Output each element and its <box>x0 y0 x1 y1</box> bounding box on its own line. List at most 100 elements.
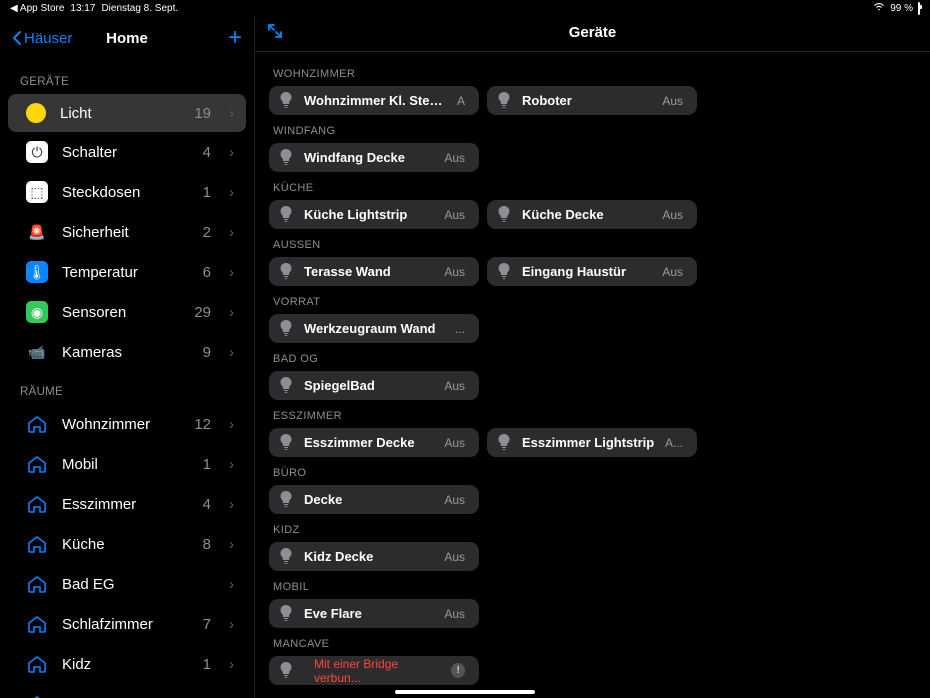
room-label: KIDZ <box>273 524 912 536</box>
sidebar-item-sicherheit[interactable]: 🚨Sicherheit2› <box>8 212 246 252</box>
device-name: Küche Lightstrip <box>304 207 434 222</box>
devices-list[interactable]: WOHNZIMMER Wohnzimmer Kl. Stehlampe A Robot… <box>255 52 930 698</box>
expand-button[interactable] <box>267 23 283 43</box>
sidebar-room-wohnzimmer[interactable]: Wohnzimmer12› <box>8 404 246 444</box>
sidebar-item-licht[interactable]: Licht19› <box>8 94 246 132</box>
chevron-right-icon: › <box>229 184 234 201</box>
device-status: Aus <box>444 379 465 393</box>
status-date: Dienstag 8. Sept. <box>101 3 178 14</box>
room-label: MOBIL <box>273 581 912 593</box>
device-tile[interactable]: Esszimmer DeckeAus <box>269 428 479 457</box>
sidebar-item-label: Temperatur <box>62 264 189 281</box>
chevron-right-icon: › <box>229 456 234 473</box>
sidebar-item-label: Küche <box>62 536 189 553</box>
thermometer-icon: 🌡 <box>26 261 48 283</box>
bulb-icon <box>277 92 294 109</box>
bulb-icon <box>277 434 294 451</box>
sidebar-item-count: 4 <box>203 144 211 161</box>
bulb-icon <box>277 491 294 508</box>
bulb-icon <box>495 434 512 451</box>
status-time: 13:17 <box>70 3 95 14</box>
device-tile[interactable]: Küche Decke Aus <box>487 200 697 229</box>
sidebar-item-count: 7 <box>203 616 211 633</box>
sidebar-room-mobil[interactable]: Mobil1› <box>8 444 246 484</box>
device-name: Kidz Decke <box>304 549 434 564</box>
home-icon <box>26 693 48 698</box>
device-name: Roboter <box>522 93 652 108</box>
device-tile[interactable]: Eve FlareAus <box>269 599 479 628</box>
home-icon <box>26 533 48 555</box>
device-tile[interactable]: Th...Mit einer Bridge verbun...! <box>269 656 479 685</box>
sidebar-item-label: Esszimmer <box>62 496 189 513</box>
home-icon <box>26 573 48 595</box>
sidebar-room-kidz[interactable]: Kidz1› <box>8 644 246 684</box>
room-label: WOHNZIMMER <box>273 68 912 80</box>
device-tile[interactable]: Windfang DeckeAus <box>269 143 479 172</box>
chevron-right-icon: › <box>229 105 234 122</box>
bulb-icon <box>277 548 294 565</box>
sidebar-item-count: 1 <box>203 184 211 201</box>
device-status: Aus <box>444 550 465 564</box>
sidebar-room-esszimmer[interactable]: Esszimmer4› <box>8 484 246 524</box>
room-label: BÜRO <box>273 467 912 479</box>
bulb-icon <box>495 92 512 109</box>
device-tile[interactable]: Terasse WandAus <box>269 257 479 286</box>
room-label: MANCAVE <box>273 638 912 650</box>
device-status: A <box>457 94 465 108</box>
device-status: A... <box>665 436 683 450</box>
home-icon <box>26 613 48 635</box>
device-name: Wohnzimmer Kl. Stehlampe <box>304 93 447 108</box>
device-tile[interactable]: Wohnzimmer Kl. Stehlampe A <box>269 86 479 115</box>
home-indicator[interactable] <box>395 690 535 694</box>
main-title: Geräte <box>569 24 617 41</box>
sidebar-room-bad-eg[interactable]: Bad EG › <box>8 564 246 604</box>
back-app-indicator[interactable]: ◀ App Store <box>10 3 64 14</box>
sidebar-item-kameras[interactable]: 📹Kameras9› <box>8 332 246 372</box>
sidebar-item-sensoren[interactable]: ◉Sensoren29› <box>8 292 246 332</box>
device-tile[interactable]: Küche LightstripAus <box>269 200 479 229</box>
sidebar-item-label: Steckdosen <box>62 184 189 201</box>
sidebar-room-schlafzimmer[interactable]: Schlafzimmer7› <box>8 604 246 644</box>
main-panel: Geräte WOHNZIMMER Wohnzimmer Kl. Stehlamp… <box>255 16 930 698</box>
device-tile[interactable]: Roboter Aus <box>487 86 697 115</box>
bulb-icon <box>26 103 46 123</box>
sidebar-item-label: Wohnzimmer <box>62 416 180 433</box>
chevron-right-icon: › <box>229 264 234 281</box>
device-tile[interactable]: DeckeAus <box>269 485 479 514</box>
home-icon <box>26 493 48 515</box>
sidebar-room-küche[interactable]: Küche8› <box>8 524 246 564</box>
sidebar-item-label: Kameras <box>62 344 189 361</box>
device-tile[interactable]: SpiegelBadAus <box>269 371 479 400</box>
sidebar-item-count: 12 <box>194 416 211 433</box>
sidebar-item-count: 6 <box>203 264 211 281</box>
chevron-right-icon: › <box>229 576 234 593</box>
device-tile[interactable]: Kidz Decke Aus <box>269 542 479 571</box>
back-button[interactable]: Häuser <box>12 30 72 47</box>
device-status: Aus <box>444 607 465 621</box>
chevron-right-icon: › <box>229 616 234 633</box>
device-status: Aus <box>662 94 683 108</box>
sidebar-item-schalter[interactable]: ⏻Schalter4› <box>8 132 246 172</box>
device-name: Küche Decke <box>522 207 652 222</box>
sidebar-item-label: Bad EG <box>62 576 197 593</box>
device-status: ... <box>455 322 465 336</box>
device-tile[interactable]: Eingang HaustürAus <box>487 257 697 286</box>
outlet-icon: ⬚ <box>26 181 48 203</box>
bulb-icon <box>495 263 512 280</box>
add-button[interactable]: + <box>228 24 242 52</box>
info-icon: ! <box>451 663 465 678</box>
device-tile[interactable]: Werkzeugraum Wand... <box>269 314 479 343</box>
bulb-icon <box>277 149 294 166</box>
device-tile[interactable]: Esszimmer LightstripA... <box>487 428 697 457</box>
bulb-icon <box>277 320 294 337</box>
chevron-right-icon: › <box>229 656 234 673</box>
sidebar-item-temperatur[interactable]: 🌡 Temperatur 6 › <box>8 252 246 292</box>
sidebar-room-kl.-zimmer-og[interactable]: Kl. Zimmer OG1› <box>8 684 246 698</box>
chevron-right-icon: › <box>229 344 234 361</box>
sidebar-item-steckdosen[interactable]: ⬚ Steckdosen 1 › <box>8 172 246 212</box>
sidebar-item-label: Kidz <box>62 656 189 673</box>
device-status: Aus <box>662 208 683 222</box>
room-label: KÜCHE <box>273 182 912 194</box>
home-icon <box>26 413 48 435</box>
sidebar-item-count: 8 <box>203 536 211 553</box>
